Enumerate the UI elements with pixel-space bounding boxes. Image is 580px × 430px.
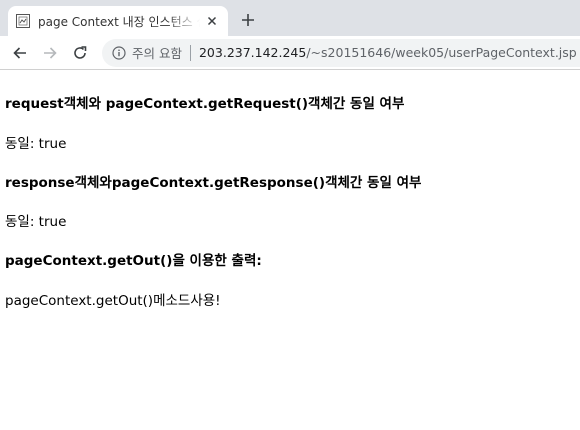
omnibox-divider [189,44,191,61]
text-response-result: 동일: true [5,214,67,230]
new-tab-icon[interactable] [238,10,258,30]
tab-strip: page Context 내장 인스턴스 실습 [0,0,580,36]
browser-window: page Context 내장 인스턴스 실습 [0,0,580,430]
text-request-result: 동일: true [5,136,67,152]
heading-response-compare: response객체와pageContext.getResponse()객체간 … [5,175,422,191]
page-favicon-icon [16,14,30,28]
reload-icon[interactable] [66,39,94,67]
browser-toolbar: 주의 요함 203.237.142.245/~s20151646/week05/… [0,36,580,70]
text-getout-result: pageContext.getOut()메소드사용! [5,293,221,309]
heading-getout-output: pageContext.getOut()을 이용한 출력: [5,253,262,269]
tab-title: page Context 내장 인스턴스 실습 [38,14,200,29]
heading-request-compare: request객체와 pageContext.getRequest()객체간 동… [5,96,405,112]
security-status-label[interactable]: 주의 요함 [132,43,182,62]
url-path: /~s20151646/week05/userPageContext.jsp [306,45,577,60]
info-icon[interactable] [112,45,126,60]
address-bar[interactable]: 주의 요함 203.237.142.245/~s20151646/week05/… [102,38,580,67]
back-arrow-icon[interactable] [6,39,34,67]
url-text[interactable]: 203.237.142.245/~s20151646/week05/userPa… [199,45,577,60]
tab-active[interactable]: page Context 내장 인스턴스 실습 [8,6,228,36]
forward-arrow-icon[interactable] [36,39,64,67]
close-icon[interactable] [204,13,220,29]
url-host: 203.237.142.245 [198,45,307,60]
